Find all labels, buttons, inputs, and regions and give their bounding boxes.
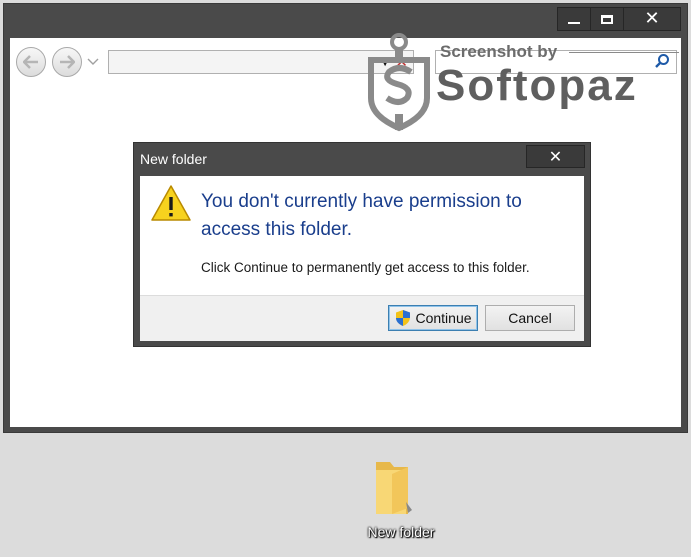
dialog-main-instruction: You don't currently have permission to a… [201,191,522,240]
watermark-logo-icon [368,33,430,132]
maximize-button[interactable] [590,7,624,31]
dialog-body: You don't currently have permission to a… [140,176,584,341]
dialog-content-text: Click Continue to permanently get access… [201,260,530,275]
watermark-brand: Softopaz [436,61,638,110]
forward-button[interactable] [52,47,82,77]
maximize-icon [601,14,613,24]
close-icon: ✕ [644,8,660,29]
minimize-icon [568,22,580,24]
watermark-caption: Screenshot by [440,42,558,61]
cancel-button[interactable]: Cancel [485,305,575,331]
close-button[interactable]: ✕ [623,7,681,31]
search-icon[interactable] [654,53,670,69]
cancel-label: Cancel [508,310,552,326]
recent-pages-dropdown-icon[interactable] [87,58,99,66]
minimize-button[interactable] [557,7,591,31]
permission-dialog: New folder ✕ You don't currently have pe… [133,142,591,347]
dialog-title: New folder [140,151,207,167]
continue-label: Continue [415,310,472,326]
close-icon: ✕ [548,147,563,166]
arrow-left-icon [23,55,38,69]
folder-label[interactable]: New folder [356,524,446,540]
continue-button[interactable]: Continue [388,305,478,331]
uac-shield-icon [396,310,411,326]
dialog-footer: Continue Cancel [140,295,584,341]
arrow-right-icon [60,55,75,69]
back-button[interactable] [16,47,46,77]
warning-icon [151,185,191,221]
watermark-rule [569,52,679,53]
folder-icon[interactable] [372,458,416,518]
dialog-close-button[interactable]: ✕ [526,145,585,168]
